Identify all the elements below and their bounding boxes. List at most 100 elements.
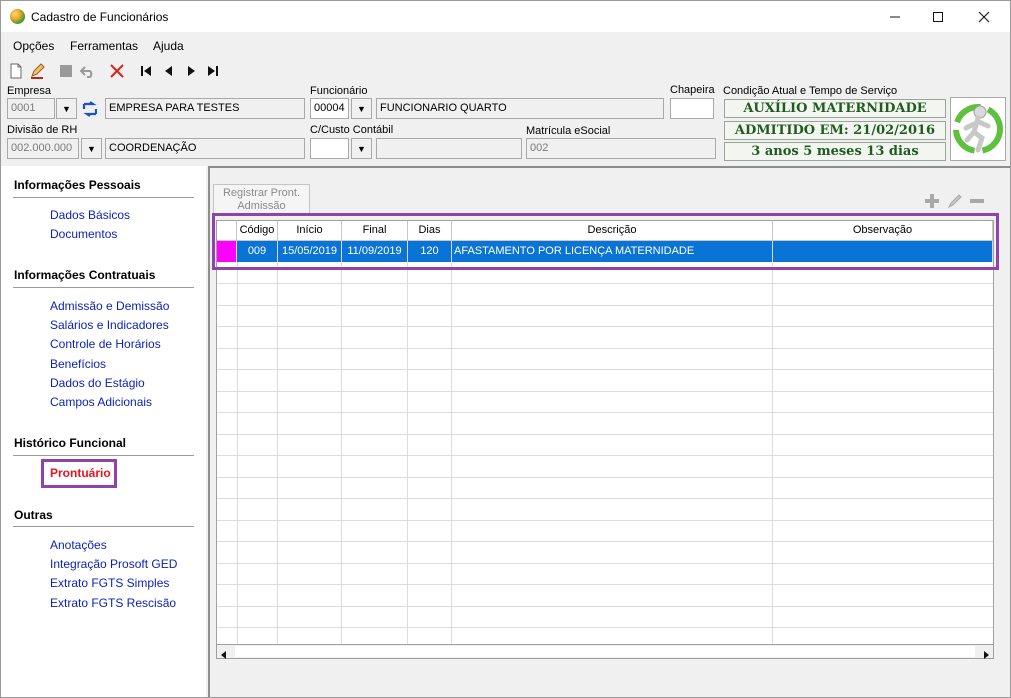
refresh-empresa-icon[interactable] <box>81 101 97 117</box>
sidebar-section-outras: Outras <box>14 508 53 522</box>
divider <box>13 287 194 288</box>
divisao-name-field: COORDENAÇÃO <box>105 138 305 159</box>
close-button[interactable] <box>961 1 1007 32</box>
funcionario-code-field[interactable]: 00004 <box>310 98 349 119</box>
menu-opcoes[interactable]: Opções <box>13 39 54 53</box>
scrollbar-track[interactable] <box>235 646 975 657</box>
funcionario-label: Funcionário <box>310 85 368 97</box>
sidebar-item-campos-adicionais[interactable]: Campos Adicionais <box>50 395 152 409</box>
sidebar-item-extrato-fgts-rescisao[interactable]: Extrato FGTS Rescisão <box>50 596 176 610</box>
window-title: Cadastro de Funcionários <box>31 10 169 24</box>
divisao-label: Divisão de RH <box>7 124 78 136</box>
grid-line <box>217 391 993 392</box>
divider <box>13 526 194 527</box>
ccusto-label: C/Custo Contábil <box>310 124 394 136</box>
sidebar-item-admissao-demissao[interactable]: Admissão e Demissão <box>50 299 169 313</box>
grid-line <box>217 541 993 542</box>
status-tempo-servico: 3 anos 5 meses 13 dias <box>724 142 946 161</box>
grid-line <box>237 262 238 652</box>
scroll-right-icon[interactable] <box>982 648 990 662</box>
divisao-dropdown[interactable]: ▼ <box>81 138 102 159</box>
previous-record-icon[interactable] <box>161 63 177 79</box>
grid-line <box>217 434 993 435</box>
employee-status-avatar <box>950 97 1006 161</box>
register-admission-button[interactable]: Registrar Pront. Admissão <box>213 184 310 214</box>
sidebar-item-controle-horarios[interactable]: Controle de Horários <box>50 337 161 351</box>
add-icon[interactable] <box>923 192 941 210</box>
empresa-dropdown[interactable]: ▼ <box>56 98 77 119</box>
ccusto-dropdown[interactable]: ▼ <box>351 138 372 159</box>
horizontal-scrollbar[interactable] <box>216 644 994 659</box>
first-record-icon[interactable] <box>138 63 154 79</box>
matricula-label: Matrícula eSocial <box>526 125 611 137</box>
chapeira-label: Chapeira <box>670 84 715 96</box>
minimize-button[interactable] <box>872 1 918 32</box>
sidebar-section-historico-funcional: Histórico Funcional <box>14 436 127 450</box>
stop-icon[interactable] <box>58 63 74 79</box>
main-window: Cadastro de Funcionários Opções Ferramen… <box>0 0 1011 698</box>
maximize-button[interactable] <box>915 1 961 32</box>
empresa-name-field: EMPRESA PARA TESTES <box>105 98 305 119</box>
grid-line <box>217 584 993 585</box>
prontuario-table: Código Início Final Dias Descrição Obser… <box>216 220 994 658</box>
grid-line <box>277 262 278 652</box>
matricula-field: 002 <box>526 138 716 159</box>
grid-line <box>217 326 993 327</box>
grid-line <box>217 305 993 306</box>
menu-ferramentas[interactable]: Ferramentas <box>70 39 138 53</box>
chevron-down-icon: ▼ <box>87 143 96 154</box>
next-record-icon[interactable] <box>183 63 199 79</box>
grid-line <box>217 627 993 628</box>
funcionario-name-field: FUNCIONARIO QUARTO <box>376 98 664 119</box>
status-admissao: ADMITIDO EM: 21/02/2016 <box>724 121 946 140</box>
sidebar-item-extrato-fgts-simples[interactable]: Extrato FGTS Simples <box>50 576 169 590</box>
menu-bar: Opções Ferramentas Ajuda <box>1 32 1010 58</box>
sidebar-section-informacoes-contratuais: Informações Contratuais <box>14 268 156 282</box>
menu-ajuda[interactable]: Ajuda <box>153 39 184 53</box>
sidebar-item-integracao-ged[interactable]: Integração Prosoft GED <box>50 557 177 571</box>
edit-icon[interactable] <box>946 192 964 210</box>
new-document-icon[interactable] <box>8 63 24 79</box>
grid-line <box>217 563 993 564</box>
ccusto-code-field[interactable] <box>310 138 349 159</box>
remove-icon[interactable] <box>968 192 986 210</box>
chevron-down-icon: ▼ <box>357 143 366 154</box>
condicao-label: Condição Atual e Tempo de Serviço <box>723 85 898 97</box>
grid-line <box>217 498 993 499</box>
grid-line <box>217 606 993 607</box>
undo-icon[interactable] <box>80 63 96 79</box>
grid-line <box>451 262 452 652</box>
sidebar-item-beneficios[interactable]: Benefícios <box>50 357 106 371</box>
grid-line <box>217 477 993 478</box>
table-highlight <box>212 213 999 270</box>
sidebar-item-salarios[interactable]: Salários e Indicadores <box>50 318 169 332</box>
sidebar-item-dados-basicos[interactable]: Dados Básicos <box>50 208 130 222</box>
grid-line <box>217 455 993 456</box>
scroll-left-icon[interactable] <box>220 648 228 662</box>
chapeira-field[interactable] <box>670 98 714 119</box>
divider <box>13 455 194 456</box>
sidebar-item-documentos[interactable]: Documentos <box>50 227 117 241</box>
sidebar-item-anotacoes[interactable]: Anotações <box>50 538 107 552</box>
sidebar-item-prontuario[interactable]: Prontuário <box>50 466 111 480</box>
grid-line <box>217 520 993 521</box>
grid-line <box>772 262 773 652</box>
grid-line <box>217 369 993 370</box>
sidebar: Informações Pessoais Dados Básicos Docum… <box>1 166 206 697</box>
running-person-icon <box>953 104 1003 154</box>
minimize-icon <box>890 16 900 17</box>
title-bar: Cadastro de Funcionários <box>1 1 1010 32</box>
grid-line <box>407 262 408 652</box>
funcionario-dropdown[interactable]: ▼ <box>351 98 372 119</box>
app-icon <box>10 9 25 24</box>
empresa-label: Empresa <box>7 85 52 97</box>
sidebar-item-dados-estagio[interactable]: Dados do Estágio <box>50 376 145 390</box>
last-record-icon[interactable] <box>205 63 221 79</box>
ccusto-name-field <box>376 138 522 159</box>
sidebar-section-informacoes-pessoais: Informações Pessoais <box>14 178 141 192</box>
delete-icon[interactable] <box>109 63 125 79</box>
edit-icon[interactable] <box>29 63 45 79</box>
toolbar <box>1 58 1010 84</box>
divisao-code-field[interactable]: 002.000.000 <box>7 138 79 159</box>
empresa-code-field[interactable]: 0001 <box>7 98 55 119</box>
